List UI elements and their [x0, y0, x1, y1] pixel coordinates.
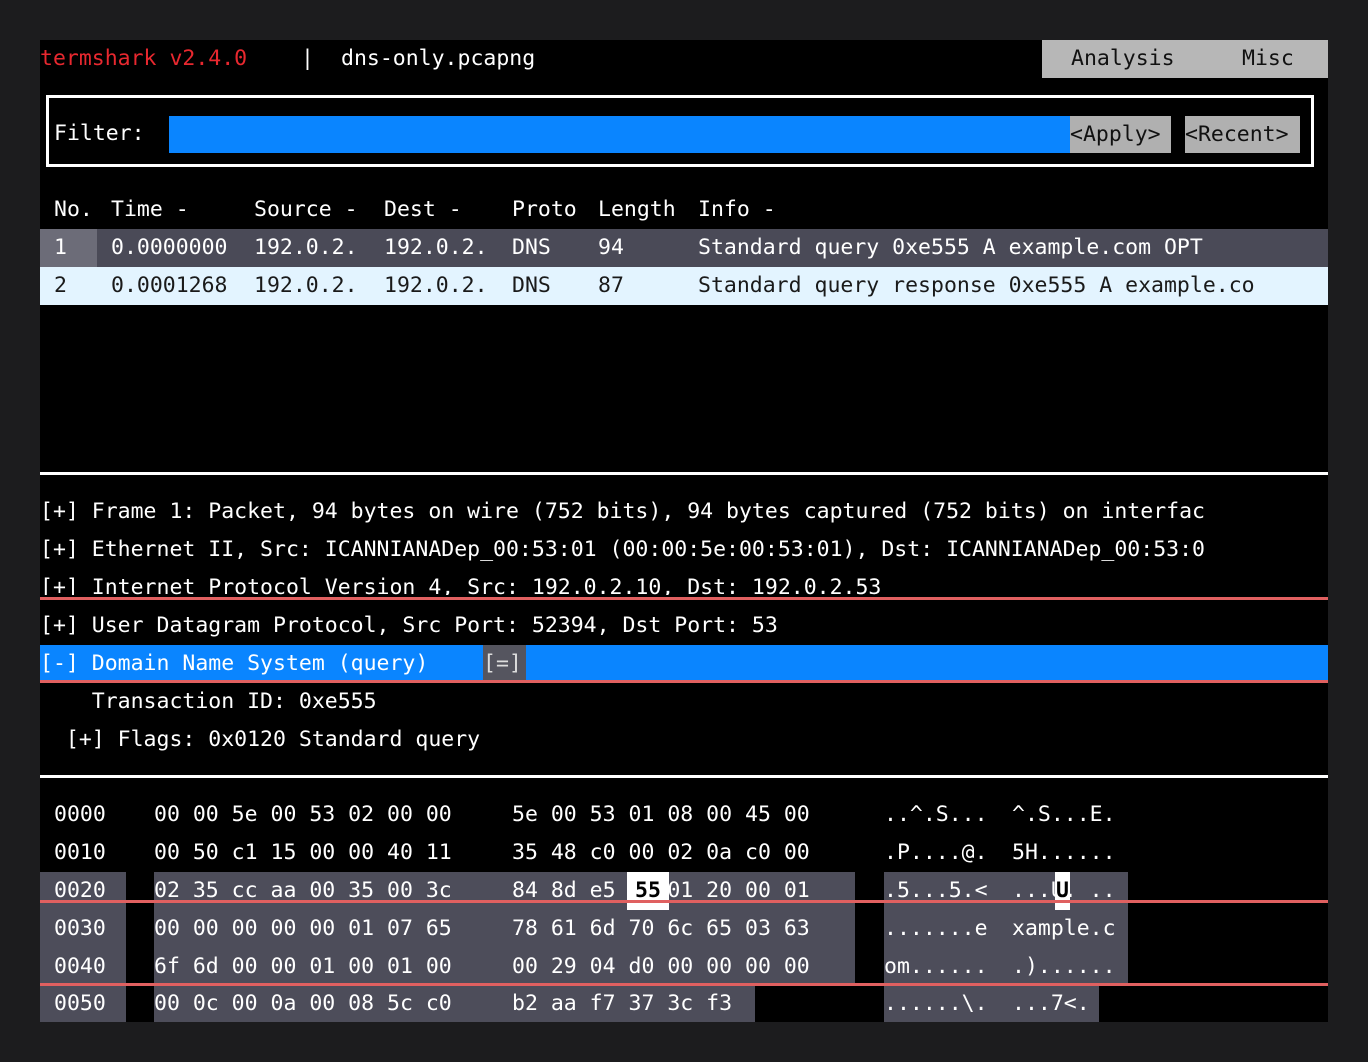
packet-proto: DNS: [512, 235, 551, 260]
hex-offset: 0010: [54, 840, 106, 865]
packet-no: 2: [54, 273, 67, 298]
packet-no: 1: [54, 235, 67, 260]
menu-bar: Analysis Misc: [1042, 40, 1328, 78]
pane-divider[interactable]: [40, 775, 1328, 778]
packet-time: 0.0001268: [111, 273, 228, 298]
packet-list-header: No. Time - Source - Dest - Proto Length …: [40, 191, 1328, 229]
packet-source: 192.0.2.: [254, 273, 358, 298]
pane-divider[interactable]: [40, 472, 1328, 475]
packet-time: 0.0000000: [111, 235, 228, 260]
col-length[interactable]: Length: [598, 191, 676, 229]
col-info[interactable]: Info -: [698, 191, 776, 229]
annotation-outline: [40, 900, 1328, 986]
hex-bytes[interactable]: 00 50 c1 15 00 00 40 11: [154, 834, 452, 872]
col-source[interactable]: Source -: [254, 191, 358, 229]
packet-row[interactable]: 2 0.0001268 192.0.2. 192.0.2. DNS 87 Sta…: [40, 267, 1328, 305]
hex-offset: 0000: [54, 802, 106, 827]
recent-button[interactable]: <Recent>: [1185, 116, 1300, 153]
hex-bytes[interactable]: 00 0c 00 0a 00 08 5c c0: [154, 985, 452, 1022]
packet-length: 94: [598, 235, 624, 260]
detail-transaction-id[interactable]: Transaction ID: 0xe555: [40, 683, 377, 721]
packet-dest: 192.0.2.: [384, 273, 488, 298]
packet-row[interactable]: 1 0.0000000 192.0.2. 192.0.2. DNS 94 Sta…: [40, 229, 1328, 267]
detail-ethernet[interactable]: [+] Ethernet II, Src: ICANNIANADep_00:53…: [40, 531, 1205, 569]
detail-frame[interactable]: [+] Frame 1: Packet, 94 bytes on wire (7…: [40, 493, 1205, 531]
row-cursor: [40, 229, 97, 267]
file-name: dns-only.pcapng: [341, 46, 536, 71]
hex-ascii[interactable]: .P....@.: [884, 834, 988, 872]
packet-proto: DNS: [512, 273, 551, 298]
filter-input[interactable]: [169, 116, 1070, 153]
packet-info: Standard query response 0xe555 A example…: [698, 273, 1255, 298]
menu-analysis[interactable]: Analysis: [1071, 40, 1175, 78]
filter-label: Filter:: [54, 121, 145, 146]
detail-flags[interactable]: [+] Flags: 0x0120 Standard query: [40, 721, 480, 759]
hex-bytes[interactable]: 35 48 c0 00 02 0a c0 00: [512, 834, 810, 872]
menu-misc[interactable]: Misc: [1242, 40, 1294, 78]
hex-ascii[interactable]: ...7<.: [1012, 985, 1090, 1022]
hex-ascii[interactable]: ..^.S...: [884, 796, 988, 834]
apply-button[interactable]: <Apply>: [1070, 116, 1171, 153]
hex-ascii[interactable]: ^.S...E.: [1012, 796, 1116, 834]
hex-ascii[interactable]: 5H......: [1012, 834, 1116, 872]
packet-length: 87: [598, 273, 624, 298]
packet-dest: 192.0.2.: [384, 235, 488, 260]
hex-bytes[interactable]: 5e 00 53 01 08 00 45 00: [512, 796, 810, 834]
hex-offset: 0050: [54, 991, 106, 1016]
hex-bytes[interactable]: b2 aa f7 37 3c f3: [512, 985, 732, 1022]
col-no[interactable]: No.: [54, 191, 93, 229]
hex-ascii[interactable]: ......\.: [884, 985, 988, 1022]
app-title: termshark v2.4.0: [40, 46, 248, 71]
title-separator: |: [301, 46, 314, 71]
terminal-window: termshark v2.4.0 | dns-only.pcapng Analy…: [40, 40, 1328, 1022]
detail-ip[interactable]: [+] Internet Protocol Version 4, Src: 19…: [40, 569, 881, 595]
col-dest[interactable]: Dest -: [384, 191, 462, 229]
col-proto[interactable]: Proto: [512, 191, 577, 229]
col-time[interactable]: Time -: [111, 191, 189, 229]
packet-info: Standard query 0xe555 A example.com OPT: [698, 235, 1203, 260]
annotation-outline: [40, 597, 1328, 683]
hex-bytes[interactable]: 00 00 5e 00 53 02 00 00: [154, 796, 452, 834]
packet-source: 192.0.2.: [254, 235, 358, 260]
